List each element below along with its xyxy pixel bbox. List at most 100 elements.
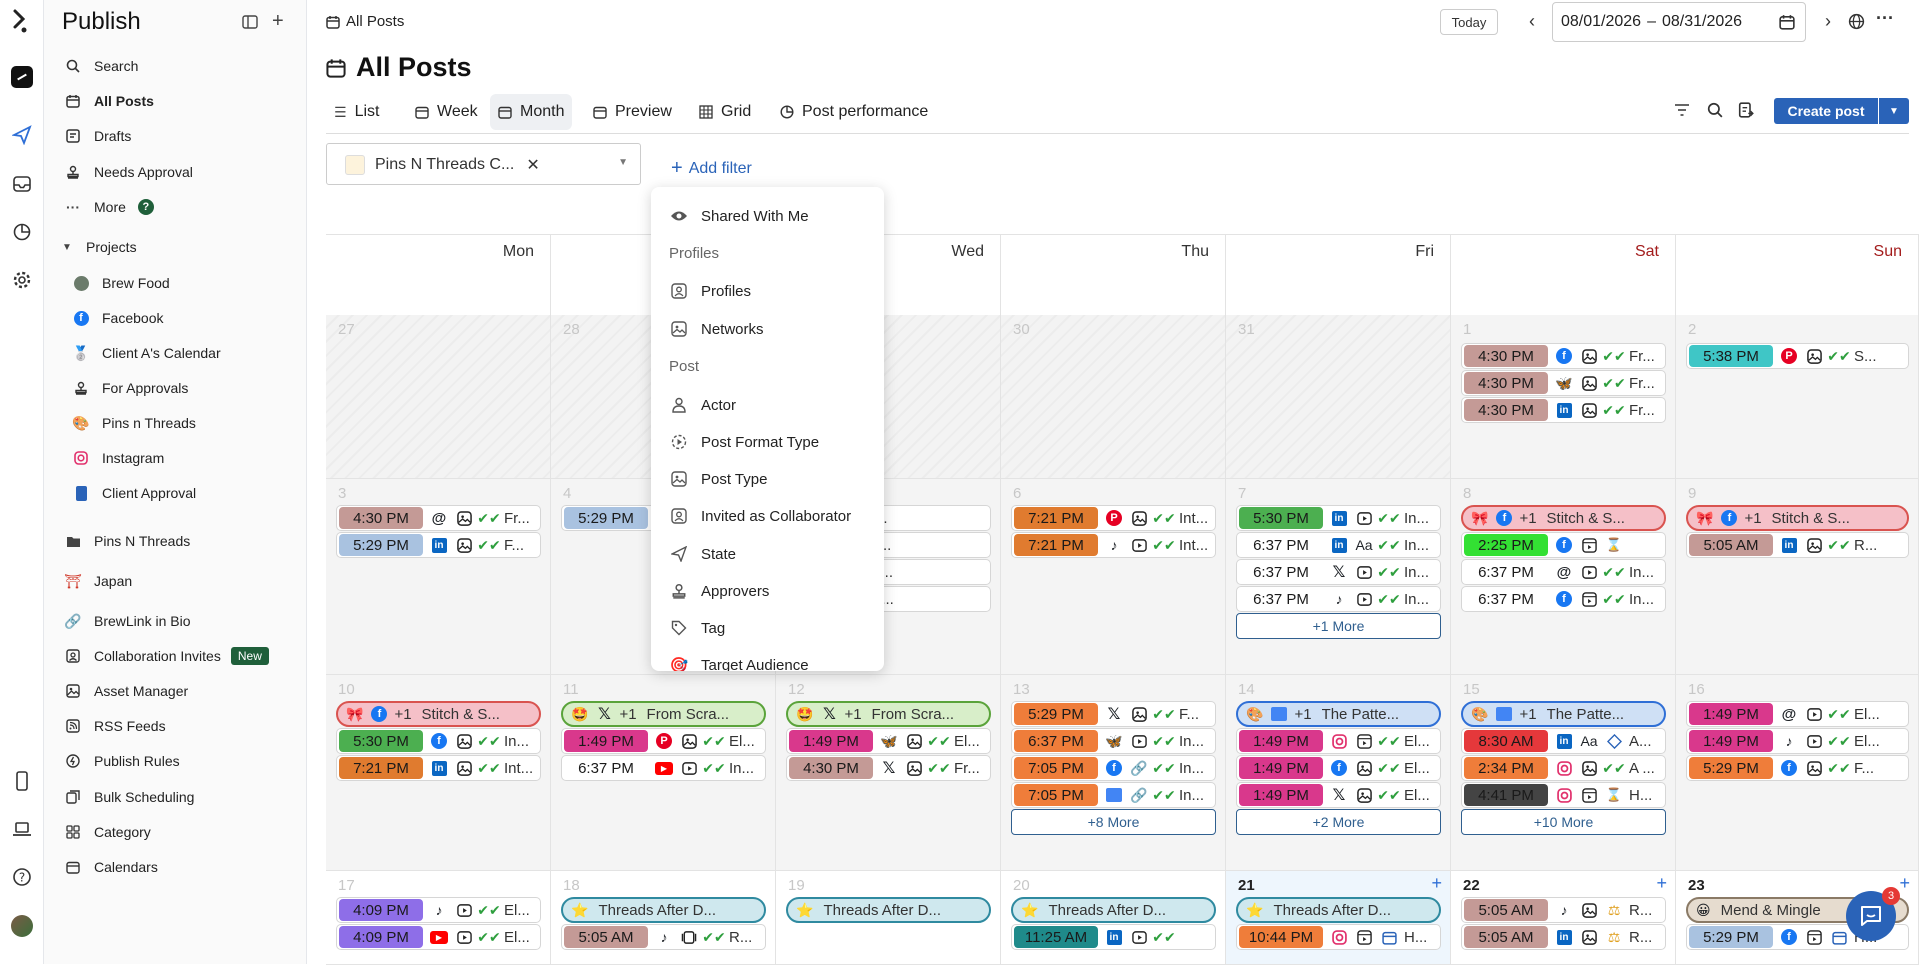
day-cell[interactable]: 31: [1226, 315, 1451, 479]
today-button[interactable]: Today: [1440, 9, 1498, 35]
post-card[interactable]: 2:25 PM f ⌛: [1461, 532, 1666, 558]
project-filter-select[interactable]: Pins N Threads C... ✕ ▼: [326, 143, 641, 185]
tab-week[interactable]: Week: [407, 94, 486, 130]
sidebar-item-needs-approval[interactable]: Needs Approval: [62, 157, 193, 187]
menu-item-actor[interactable]: Actor: [669, 389, 736, 421]
sidebar-project-pins-n-threads[interactable]: 🎨 Pins n Threads: [70, 408, 196, 438]
menu-item-post-format-type[interactable]: Post Format Type: [669, 426, 819, 458]
post-card[interactable]: 4:30 PM 𝕏 ✔✔ Fr...: [786, 755, 991, 781]
add-post-icon[interactable]: +: [1431, 873, 1442, 894]
analytics-icon[interactable]: [9, 219, 35, 245]
inbox-icon[interactable]: [9, 171, 35, 197]
sidebar-item-all-posts[interactable]: All Posts: [62, 86, 154, 116]
post-card[interactable]: 7:21 PM ♪ ✔✔ Int...: [1011, 532, 1216, 558]
sidebar-project-brew-food[interactable]: Brew Food: [70, 268, 170, 298]
user-avatar[interactable]: [9, 913, 35, 939]
next-icon[interactable]: ›: [1825, 11, 1831, 32]
sidebar-item-japan[interactable]: ⛩ Japan: [62, 566, 132, 596]
sidebar-item-brewlink[interactable]: 🔗 BrewLink in Bio: [62, 606, 190, 636]
post-card[interactable]: 4:30 PM f ✔✔ Fr...: [1461, 343, 1666, 369]
laptop-icon[interactable]: [9, 816, 35, 842]
post-card[interactable]: 4:41 PM ⌛ H...: [1461, 782, 1666, 808]
more-icon[interactable]: ···: [1876, 8, 1894, 29]
sidebar-project-client-approval[interactable]: Client Approval: [70, 478, 196, 508]
day-cell[interactable]: 6 7:21 PM P ✔✔ Int... 7:21 PM ♪ ✔✔ Int...: [1001, 479, 1226, 675]
sidebar-item-calendars[interactable]: Calendars: [62, 852, 158, 882]
post-card[interactable]: 7:05 PM f 🔗 ✔✔ In...: [1011, 755, 1216, 781]
more-posts-button[interactable]: +1 More: [1236, 613, 1441, 639]
post-card[interactable]: 6:37 PM ▶ ✔✔ In...: [561, 755, 766, 781]
day-cell[interactable]: 1 4:30 PM f ✔✔ Fr... 4:30 PM 🦋 ✔✔ Fr... 4:30 PM in…: [1451, 315, 1676, 479]
menu-item-target-audience[interactable]: 🎯 Target Audience: [669, 649, 809, 672]
post-card[interactable]: 5:29 PM f ✔✔ F...: [1686, 755, 1909, 781]
post-card[interactable]: 5:05 AM in ⚖ R...: [1461, 924, 1666, 950]
menu-item-shared-with-me[interactable]: Shared With Me: [669, 200, 809, 232]
post-card[interactable]: 2:34 PM ✔✔ A ...: [1461, 755, 1666, 781]
publish-app-icon[interactable]: [9, 64, 35, 90]
post-card[interactable]: 7:21 PM P ✔✔ Int...: [1011, 505, 1216, 531]
day-cell[interactable]: 14 🎨 +1 The Patte... 1:49 PM ✔✔ El... 1:49 PM f ✔…: [1226, 675, 1451, 871]
post-card[interactable]: ⭐ Threads After D...: [1011, 897, 1216, 923]
menu-item-profiles[interactable]: Profiles: [669, 275, 751, 307]
logo-icon[interactable]: [9, 8, 35, 34]
day-cell[interactable]: 11 🤩 𝕏 +1 From Scra... 1:49 PM P ✔✔ El... 6:37 PM…: [551, 675, 776, 871]
day-cell[interactable]: 2 5:38 PM P ✔✔ S...: [1676, 315, 1919, 479]
add-filter-button[interactable]: + Add filter: [671, 157, 752, 180]
post-card[interactable]: 1:49 PM 𝕏 ✔✔ El...: [1236, 782, 1441, 808]
menu-item-approvers[interactable]: Approvers: [669, 575, 769, 607]
close-icon[interactable]: ✕: [526, 155, 539, 175]
filter-icon[interactable]: [1674, 103, 1690, 117]
post-card[interactable]: 1:49 PM P ✔✔ El...: [561, 728, 766, 754]
tab-preview[interactable]: Preview: [585, 94, 680, 130]
sidebar-item-rss-feeds[interactable]: RSS Feeds: [62, 711, 166, 741]
post-card[interactable]: 5:30 PM f ✔✔ In...: [336, 728, 541, 754]
post-card[interactable]: 7:05 PM 🔗 ✔✔ In...: [1011, 782, 1216, 808]
post-card[interactable]: 5:05 AM ♪ ⚖ R...: [1461, 897, 1666, 923]
more-posts-button[interactable]: +2 More: [1236, 809, 1441, 835]
post-card[interactable]: 10:44 PM H...: [1236, 924, 1441, 950]
sidebar-item-category[interactable]: Category: [62, 817, 151, 847]
day-cell[interactable]: 20 ⭐ Threads After D... 11:25 AM in ✔✔: [1001, 871, 1226, 965]
sidebar-item-publish-rules[interactable]: Publish Rules: [62, 746, 180, 776]
post-card[interactable]: 5:29 PM 𝕏 ✔✔ F...: [1011, 701, 1216, 727]
post-card[interactable]: 7:21 PM in ✔✔ Int...: [336, 755, 541, 781]
post-card[interactable]: 1:49 PM ✔✔ El...: [1236, 728, 1441, 754]
sidebar-item-more[interactable]: ··· More ?: [62, 192, 154, 222]
day-cell[interactable]: 10 🎀 f +1 Stitch & S... 5:30 PM f ✔✔ In... 7:21 P…: [326, 675, 551, 871]
post-card[interactable]: 🎀 f +1 Stitch & S...: [336, 701, 541, 727]
post-card[interactable]: 8:30 AM in Aa A...: [1461, 728, 1666, 754]
send-icon[interactable]: [9, 122, 35, 148]
sidebar-project-for-approvals[interactable]: For Approvals: [70, 373, 188, 403]
menu-item-networks[interactable]: Networks: [669, 313, 764, 345]
day-cell[interactable]: 3 4:30 PM @ ✔✔ Fr... 5:29 PM in ✔✔ F...: [326, 479, 551, 675]
globe-icon[interactable]: [1848, 13, 1865, 30]
post-card[interactable]: 5:05 AM ♪ ✔✔ R...: [561, 924, 766, 950]
day-cell[interactable]: 19 ⭐ Threads After D...: [776, 871, 1001, 965]
settings-icon[interactable]: [9, 267, 35, 293]
day-cell[interactable]: 30: [1001, 315, 1226, 479]
more-posts-button[interactable]: +8 More: [1011, 809, 1216, 835]
create-post-button[interactable]: Create post: [1774, 98, 1878, 124]
sidebar-item-asset-manager[interactable]: Asset Manager: [62, 676, 188, 706]
sidebar-project-facebook[interactable]: f Facebook: [70, 303, 163, 333]
post-card[interactable]: 5:29 PM in ✔✔ F...: [336, 532, 541, 558]
post-card[interactable]: 6:37 PM 🦋 ✔✔ In...: [1011, 728, 1216, 754]
add-post-icon[interactable]: +: [1656, 873, 1667, 894]
tab-post-performance[interactable]: Post performance: [772, 94, 936, 130]
post-card[interactable]: 5:30 PM in ✔✔ In...: [1236, 505, 1441, 531]
day-cell[interactable]: 9 🎀 f +1 Stitch & S... 5:05 AM in ✔✔ R...: [1676, 479, 1919, 675]
day-cell[interactable]: 18 ⭐ Threads After D... 5:05 AM ♪ ✔✔ R...: [551, 871, 776, 965]
sidebar-item-search[interactable]: Search: [62, 51, 138, 81]
day-cell[interactable]: 13 5:29 PM 𝕏 ✔✔ F... 6:37 PM 🦋 ✔✔ In... 7:05 PM f 🔗…: [1001, 675, 1226, 871]
export-icon[interactable]: [1738, 102, 1754, 118]
post-card[interactable]: 6:37 PM f ✔✔ In...: [1461, 586, 1666, 612]
menu-item-invited-as-collaborator[interactable]: Invited as Collaborator: [669, 500, 851, 532]
day-cell[interactable]: 15 🎨 +1 The Patte... 8:30 AM in Aa A... 2:34 PM ✔…: [1451, 675, 1676, 871]
sidebar-item-pins-n-threads-folder[interactable]: Pins N Threads: [62, 526, 190, 556]
prev-icon[interactable]: ‹: [1529, 11, 1535, 32]
post-card[interactable]: ⭐ Threads After D...: [561, 897, 766, 923]
add-post-icon[interactable]: +: [1899, 873, 1910, 894]
breadcrumb[interactable]: All Posts: [326, 13, 404, 30]
post-card[interactable]: 1:49 PM 🦋 ✔✔ El...: [786, 728, 991, 754]
post-card[interactable]: 4:30 PM 🦋 ✔✔ Fr...: [1461, 370, 1666, 396]
